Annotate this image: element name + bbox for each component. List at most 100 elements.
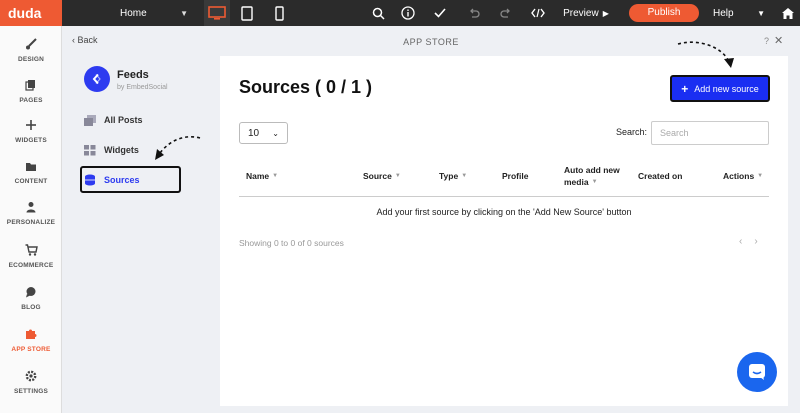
chat-launcher-button[interactable] bbox=[737, 352, 777, 392]
sort-icon: ▼ bbox=[272, 173, 279, 179]
sort-icon: ▼ bbox=[757, 173, 764, 179]
page-title: Sources ( 0 / 1 ) bbox=[239, 77, 373, 97]
chevron-down-icon: ▼ bbox=[180, 8, 188, 18]
column-header-label: Type bbox=[439, 171, 459, 181]
preview-button[interactable]: Preview ▶ bbox=[556, 0, 616, 26]
feeds-logo-icon bbox=[92, 73, 101, 85]
per-page-value: 10 bbox=[248, 127, 260, 139]
help-menu[interactable]: Help ▼ bbox=[707, 0, 771, 26]
column-header-actions[interactable]: Actions ▼ bbox=[723, 171, 763, 181]
plus-icon: + bbox=[681, 81, 689, 96]
add-new-source-button[interactable]: + Add new source bbox=[670, 75, 770, 102]
app-store-header: ‹ Back APP STORE ? ✕ bbox=[62, 26, 800, 56]
sidebar-item-label: DESIGN bbox=[17, 56, 45, 63]
nav-item-widgets[interactable]: Widgets bbox=[84, 140, 139, 160]
home-button[interactable] bbox=[775, 0, 800, 26]
duda-logo[interactable]: duda bbox=[0, 0, 62, 26]
help-icon[interactable]: ? bbox=[764, 36, 769, 46]
column-header-label: Source bbox=[363, 171, 392, 181]
code-button[interactable] bbox=[524, 0, 552, 26]
per-page-select[interactable]: 10 ⌄ bbox=[239, 122, 288, 144]
play-icon: ▶ bbox=[602, 8, 609, 18]
sidebar-item-widgets[interactable]: WIDGETS bbox=[0, 115, 62, 155]
column-header-type[interactable]: Type ▼ bbox=[439, 171, 467, 181]
column-header-created-on[interactable]: Created on bbox=[638, 171, 682, 181]
info-icon bbox=[401, 6, 415, 20]
home-icon bbox=[782, 7, 794, 19]
sidebar-item-label: WIDGETS bbox=[15, 137, 47, 144]
app-name: Feeds bbox=[117, 69, 149, 81]
redo-icon bbox=[500, 8, 510, 18]
check-button[interactable] bbox=[426, 0, 454, 26]
page-selector-label: Home bbox=[120, 7, 147, 19]
sidebar-item-content[interactable]: CONTENT bbox=[0, 156, 62, 196]
publish-button[interactable]: Publish bbox=[629, 4, 699, 22]
empty-table-message: Add your first source by clicking on the… bbox=[376, 207, 632, 217]
sidebar-item-label: PAGES bbox=[19, 97, 43, 104]
column-header-auto-add[interactable]: Auto add new media ▼ bbox=[564, 164, 620, 188]
sidebar-item-label: BLOG bbox=[21, 304, 41, 311]
tablet-view-button[interactable] bbox=[234, 0, 260, 26]
folder-icon bbox=[0, 159, 62, 175]
preview-label: Preview bbox=[563, 7, 599, 19]
sidebar-item-label: PERSONALIZE bbox=[6, 219, 56, 226]
close-icon[interactable]: ✕ bbox=[774, 34, 783, 47]
nav-item-all-posts[interactable]: All Posts bbox=[84, 110, 143, 130]
tablet-icon bbox=[241, 5, 253, 21]
nav-item-label: Widgets bbox=[104, 145, 139, 155]
app-store-title: APP STORE bbox=[403, 37, 459, 47]
sidebar-item-blog[interactable]: BLOG bbox=[0, 282, 62, 322]
sidebar-item-label: CONTENT bbox=[14, 178, 48, 185]
chat-icon bbox=[749, 364, 765, 380]
next-page-button[interactable]: › bbox=[754, 236, 757, 247]
puzzle-icon bbox=[0, 327, 62, 343]
nav-item-label: All Posts bbox=[104, 115, 143, 125]
app-vendor: by EmbedSocial bbox=[117, 84, 168, 91]
desktop-icon bbox=[208, 6, 226, 20]
help-label: Help bbox=[713, 7, 734, 19]
sort-icon: ▼ bbox=[591, 179, 598, 185]
code-icon bbox=[531, 8, 545, 18]
column-header-label: media bbox=[564, 177, 589, 187]
column-header-name[interactable]: Name ▼ bbox=[246, 171, 278, 181]
undo-button[interactable] bbox=[460, 0, 488, 26]
sidebar-item-app-store[interactable]: APP STORE bbox=[0, 324, 62, 364]
chevron-down-icon: ▼ bbox=[757, 8, 765, 18]
main-content bbox=[220, 56, 788, 406]
search-input[interactable] bbox=[651, 121, 769, 145]
undo-icon bbox=[470, 8, 480, 18]
gear-icon bbox=[0, 369, 62, 385]
table-info: Showing 0 to 0 of 0 sources bbox=[239, 238, 344, 248]
column-header-profile[interactable]: Profile bbox=[502, 171, 528, 181]
chevron-down-icon: ⌄ bbox=[272, 128, 279, 138]
brush-icon bbox=[0, 37, 62, 53]
column-header-label: Actions bbox=[723, 171, 755, 181]
sidebar-item-design[interactable]: DESIGN bbox=[0, 34, 62, 74]
column-header-label: Created on bbox=[638, 171, 683, 181]
chat-icon bbox=[0, 285, 62, 301]
mobile-view-button[interactable] bbox=[266, 0, 292, 26]
sort-icon: ▼ bbox=[394, 173, 401, 179]
feeds-logo bbox=[84, 66, 110, 92]
sidebar-item-settings[interactable]: SETTINGS bbox=[0, 366, 62, 406]
prev-page-button[interactable]: ‹ bbox=[739, 236, 742, 247]
person-icon bbox=[0, 200, 62, 216]
sidebar-item-label: SETTINGS bbox=[13, 388, 49, 395]
sidebar-item-personalize[interactable]: PERSONALIZE bbox=[0, 197, 62, 237]
sidebar-item-pages[interactable]: PAGES bbox=[0, 75, 62, 115]
pages-icon bbox=[0, 78, 62, 94]
grid-icon bbox=[84, 144, 96, 155]
pagination: ‹ › bbox=[739, 236, 758, 247]
page-selector[interactable]: Home ▼ bbox=[112, 0, 196, 26]
desktop-view-button[interactable] bbox=[204, 0, 230, 26]
sidebar-item-ecommerce[interactable]: ECOMMERCE bbox=[0, 240, 62, 280]
redo-button[interactable] bbox=[492, 0, 520, 26]
column-header-source[interactable]: Source ▼ bbox=[363, 171, 401, 181]
editor-sidebar: DESIGN PAGES WIDGETS CONTENT PERSONALIZE… bbox=[0, 26, 62, 413]
search-button[interactable] bbox=[364, 0, 392, 26]
posts-icon bbox=[84, 114, 96, 126]
column-header-label: Name bbox=[246, 171, 270, 181]
sort-icon: ▼ bbox=[461, 173, 468, 179]
plus-icon bbox=[0, 118, 62, 134]
info-button[interactable] bbox=[394, 0, 422, 26]
